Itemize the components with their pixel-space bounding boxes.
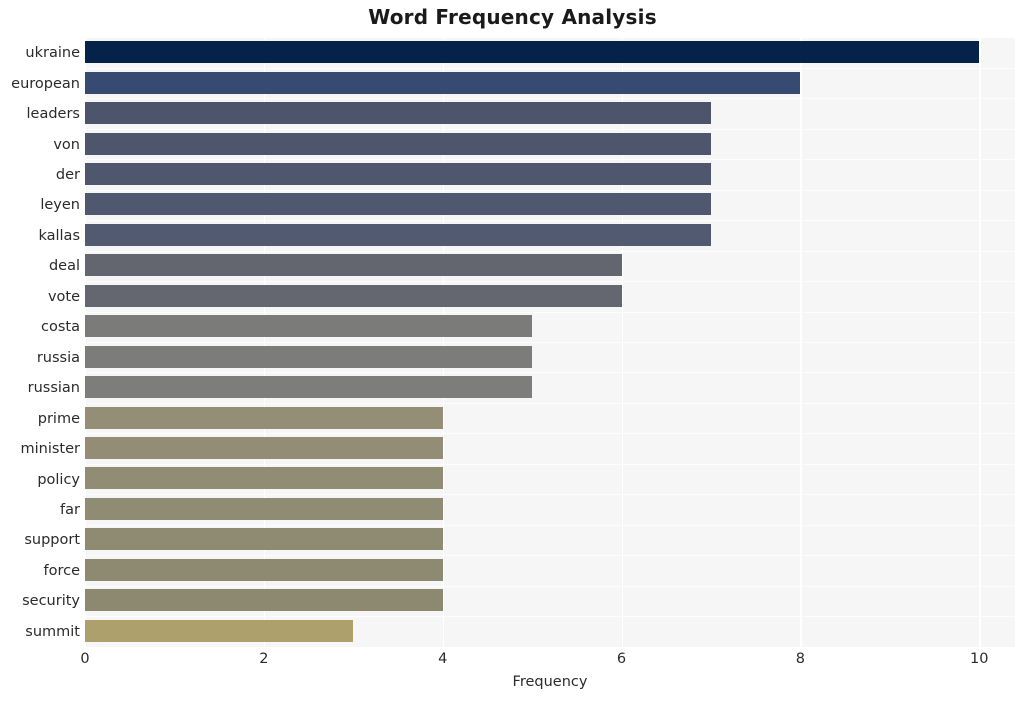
bar-row xyxy=(85,617,1015,646)
page-title: Word Frequency Analysis xyxy=(368,5,657,29)
bar xyxy=(85,345,533,368)
y-tick-label: minister xyxy=(20,441,81,458)
bar-row xyxy=(85,434,1015,463)
y-tick-label: costa xyxy=(41,319,80,336)
bar-row xyxy=(85,525,1015,554)
bar-row xyxy=(85,251,1015,280)
word-frequency-chart: Word Frequency Analysis ukraine european l… xyxy=(0,0,1025,701)
y-tick-label: deal xyxy=(48,258,80,275)
y-tick-label: von xyxy=(53,136,80,153)
bar xyxy=(85,254,622,277)
bar xyxy=(85,315,533,338)
bar xyxy=(85,223,711,246)
y-tick-label: prime xyxy=(37,410,80,427)
y-tick-label: european xyxy=(11,75,80,92)
bar-row xyxy=(85,556,1015,585)
x-tick-label: 8 xyxy=(795,651,805,667)
bar xyxy=(85,376,533,399)
y-tick-label: ukraine xyxy=(25,45,80,62)
y-tick-label: far xyxy=(60,501,80,518)
bar xyxy=(85,132,711,155)
bar xyxy=(85,589,443,612)
bar-row xyxy=(85,68,1015,97)
y-tick-label: kallas xyxy=(38,227,80,244)
x-axis-tick-labels: 0 2 4 6 8 10 xyxy=(80,651,1015,675)
y-tick-label: support xyxy=(24,532,80,549)
y-tick-label: leaders xyxy=(26,106,80,123)
bar-row xyxy=(85,586,1015,615)
bar-row xyxy=(85,160,1015,189)
y-axis-tick-labels: ukraine european leaders von der leyen kallas d… xyxy=(0,38,80,647)
x-tick-label: 2 xyxy=(259,651,269,667)
bar-row xyxy=(85,495,1015,524)
x-tick-label: 4 xyxy=(438,651,448,667)
bar-row xyxy=(85,282,1015,311)
bar xyxy=(85,437,443,460)
bar xyxy=(85,284,622,307)
y-tick-label: policy xyxy=(37,471,80,488)
bar xyxy=(85,619,354,642)
bar-row xyxy=(85,221,1015,250)
bar-row xyxy=(85,312,1015,341)
bar xyxy=(85,193,711,216)
bar xyxy=(85,406,443,429)
y-tick-label: der xyxy=(55,167,80,184)
bar-row xyxy=(85,190,1015,219)
x-axis-label: Frequency xyxy=(512,674,588,690)
bar xyxy=(85,162,711,185)
y-tick-label: summit xyxy=(25,623,80,640)
y-tick-label: security xyxy=(22,593,80,610)
bar xyxy=(85,102,711,125)
bar-row xyxy=(85,129,1015,158)
bar-row xyxy=(85,373,1015,402)
y-tick-label: leyen xyxy=(40,197,80,214)
bar xyxy=(85,41,980,64)
x-tick-label: 0 xyxy=(80,651,90,667)
y-tick-label: russian xyxy=(27,380,80,397)
bar xyxy=(85,497,443,520)
bar xyxy=(85,528,443,551)
plot-area xyxy=(85,38,1015,647)
y-gridline xyxy=(85,646,1015,647)
x-tick-label: 10 xyxy=(969,651,989,667)
bar-row xyxy=(85,343,1015,372)
y-tick-label: russia xyxy=(36,349,80,366)
bar-row xyxy=(85,38,1015,67)
bar-row xyxy=(85,464,1015,493)
bar xyxy=(85,467,443,490)
bar-row xyxy=(85,403,1015,432)
bar xyxy=(85,71,801,94)
bar-row xyxy=(85,99,1015,128)
y-tick-label: vote xyxy=(47,288,80,305)
bar xyxy=(85,558,443,581)
y-tick-label: force xyxy=(43,562,80,579)
x-tick-label: 6 xyxy=(616,651,627,667)
